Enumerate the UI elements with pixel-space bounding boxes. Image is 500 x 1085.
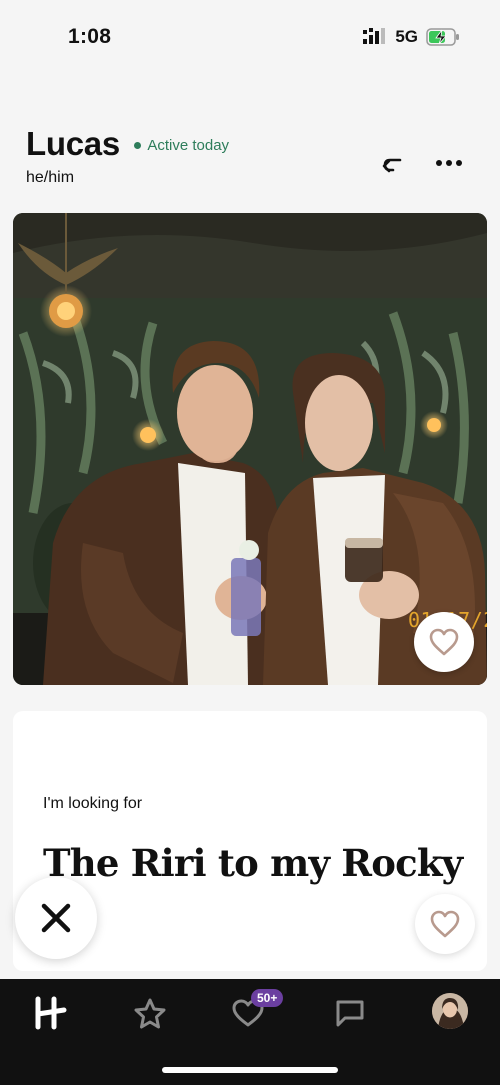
- active-status: Active today: [134, 137, 229, 154]
- more-options-button[interactable]: [434, 153, 464, 173]
- active-status-text: Active today: [147, 137, 230, 154]
- avatar-image: [432, 993, 468, 1029]
- likes-count-badge: 50+: [251, 989, 284, 1007]
- nav-standouts[interactable]: [130, 993, 170, 1033]
- active-dot-icon: [134, 142, 142, 149]
- profile-photo[interactable]: 01/17/2: [13, 213, 487, 685]
- nav-profile-avatar[interactable]: [432, 993, 468, 1029]
- chat-bubble-icon: [336, 1000, 364, 1027]
- share-arrow-icon: [382, 158, 402, 173]
- heart-icon: [429, 628, 459, 656]
- network-label: 5G: [395, 27, 418, 46]
- profile-header: Lucas Active today he/him: [26, 125, 476, 195]
- prompt-like-button[interactable]: [415, 894, 475, 954]
- nav-home[interactable]: [30, 993, 70, 1033]
- home-indicator: [162, 1067, 338, 1073]
- share-button[interactable]: [378, 149, 406, 177]
- battery-charging-icon: [426, 28, 460, 46]
- prompt-answer: The Riri to my Rocky: [43, 841, 463, 885]
- x-icon: [41, 903, 71, 933]
- pronouns: he/him: [26, 169, 75, 186]
- nav-matches[interactable]: [330, 993, 370, 1033]
- status-indicators: 5G: [363, 27, 460, 47]
- hinge-logo-icon: [35, 996, 67, 1030]
- more-dots-icon: [436, 160, 462, 166]
- photo-like-button[interactable]: [414, 612, 474, 672]
- heart-icon: [430, 910, 460, 938]
- status-bar: 1:08 5G: [0, 0, 500, 70]
- status-time: 1:08: [68, 25, 112, 48]
- prompt-question: I'm looking for: [43, 795, 143, 812]
- profile-name: Lucas: [26, 125, 120, 162]
- signal-icon: [363, 28, 387, 46]
- skip-button[interactable]: [15, 877, 97, 959]
- star-icon: [134, 998, 166, 1029]
